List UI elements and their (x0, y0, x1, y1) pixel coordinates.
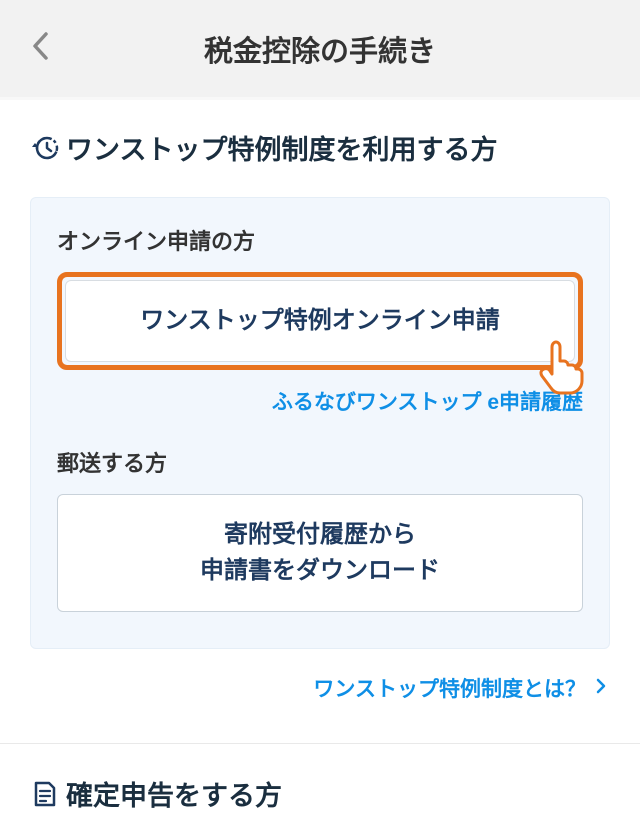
chevron-right-icon (596, 678, 606, 699)
highlighted-button-frame: ワンストップ特例オンライン申請 (57, 272, 583, 370)
document-icon (30, 779, 60, 809)
onestop-card: オンライン申請の方 ワンストップ特例オンライン申請 ふるなびワンストップ e申請… (30, 197, 610, 649)
section-onestop-header: ワンストップ特例制度を利用する方 (30, 128, 610, 167)
about-onestop-link[interactable]: ワンストップ特例制度とは？ (313, 673, 586, 703)
download-application-button[interactable]: 寄附受付履歴から 申請書をダウンロード (57, 494, 583, 612)
section-divider (0, 743, 640, 744)
clock-back-icon (30, 133, 60, 163)
app-header: 税金控除の手続き (0, 0, 640, 100)
page-title: 税金控除の手続き (60, 28, 580, 70)
back-button[interactable] (20, 29, 60, 69)
history-link-row: ふるなびワンストップ e申請履歴 (57, 386, 583, 416)
section-kakutei-title: 確定申告をする方 (66, 774, 282, 813)
download-button-line1: 寄附受付履歴から (224, 521, 416, 548)
about-link-row: ワンストップ特例制度とは？ (30, 673, 610, 703)
mail-label: 郵送する方 (57, 446, 583, 478)
chevron-left-icon (31, 31, 49, 66)
online-label: オンライン申請の方 (57, 224, 583, 256)
onestop-online-apply-button[interactable]: ワンストップ特例オンライン申請 (65, 280, 575, 362)
pointer-hand-icon (530, 337, 590, 397)
section-kakutei-header: 確定申告をする方 (30, 774, 610, 813)
section-onestop-title: ワンストップ特例制度を利用する方 (66, 128, 497, 167)
download-button-line2: 申請書をダウンロード (200, 557, 440, 584)
